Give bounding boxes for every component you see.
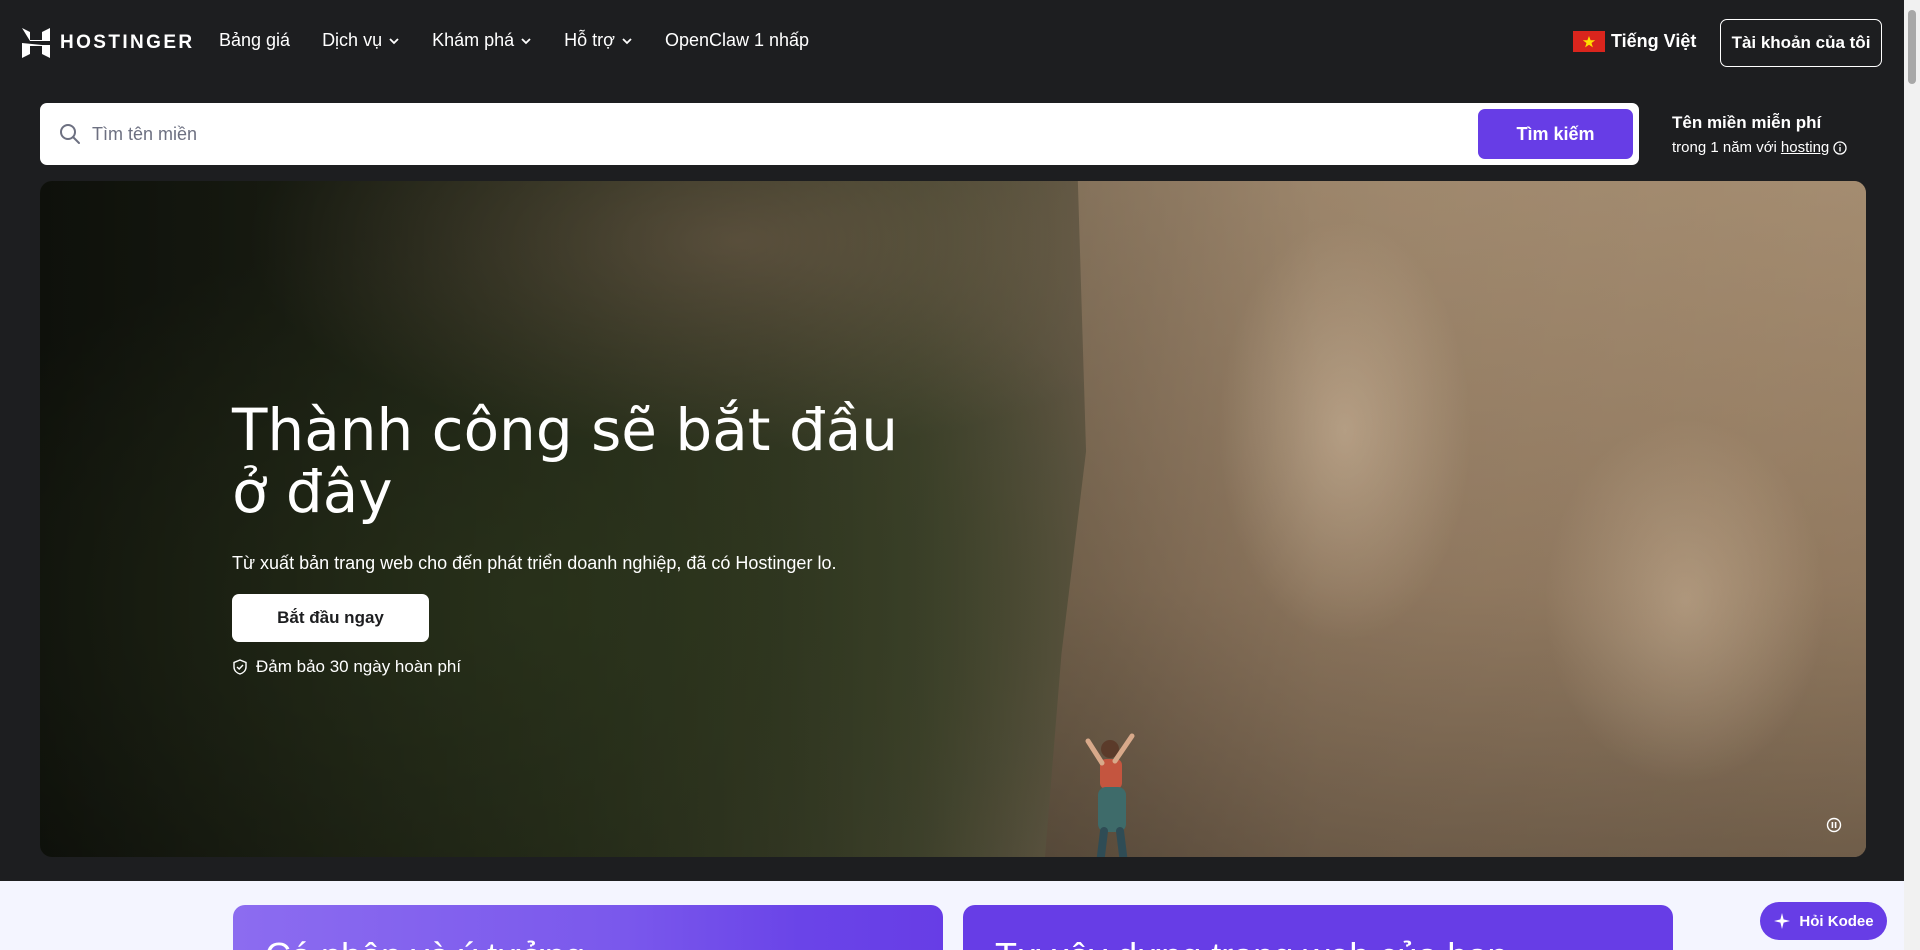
promo-card-title: Cá nhân và ý tưởng bbox=[265, 935, 585, 950]
info-icon[interactable] bbox=[1833, 140, 1847, 155]
nav-item-label: OpenClaw 1 nhấp bbox=[664, 30, 810, 50]
page-scrollbar[interactable] bbox=[1904, 0, 1920, 950]
chevron-down-icon bbox=[622, 37, 632, 44]
scrollbar-thumb[interactable] bbox=[1908, 10, 1916, 84]
chevron-down-icon bbox=[389, 37, 399, 44]
promo-card-title: Tự xây dựng trang web của bạn bbox=[995, 935, 1508, 950]
promo-card-build[interactable]: Tự xây dựng trang web của bạn bbox=[963, 905, 1673, 950]
promo-card-personal[interactable]: Cá nhân và ý tưởng bbox=[233, 905, 943, 950]
domain-search-input[interactable] bbox=[92, 103, 1492, 165]
language-selector[interactable]: Tiếng Việt bbox=[1573, 31, 1696, 52]
chevron-down-icon bbox=[521, 37, 531, 44]
nav-item-label: Hỗ trợ bbox=[564, 30, 615, 50]
search-icon bbox=[60, 124, 80, 144]
domain-search-bar: Tìm kiếm bbox=[40, 103, 1639, 165]
language-label: Tiếng Việt bbox=[1611, 31, 1697, 51]
hero-subtitle: Từ xuất bản trang web cho đến phát triển… bbox=[232, 553, 837, 573]
hostinger-logo-icon bbox=[22, 28, 50, 58]
ask-kodee-label: Hỏi Kodee bbox=[1799, 912, 1874, 930]
main-menu: Bảng giá Dịch vụ Khám phá Hỗ trợ OpenCla… bbox=[219, 30, 841, 51]
shield-check-icon bbox=[233, 659, 247, 675]
hero-banner: Thành công sẽ bắt đầu ở đây Từ xuất bản … bbox=[40, 181, 1866, 857]
hero-content: Thành công sẽ bắt đầu ở đây Từ xuất bản … bbox=[232, 399, 932, 677]
top-navigation: HOSTINGER Bảng giá Dịch vụ Khám phá Hỗ t… bbox=[0, 0, 1904, 86]
vietnam-flag-icon bbox=[1573, 31, 1605, 52]
free-domain-promo: Tên miền miễn phí trong 1 năm với hostin… bbox=[1672, 113, 1847, 156]
hostinger-logo[interactable]: HOSTINGER bbox=[22, 28, 195, 58]
my-account-button[interactable]: Tài khoản của tôi bbox=[1720, 19, 1882, 67]
free-domain-subtitle: trong 1 năm với hosting bbox=[1672, 139, 1847, 156]
nav-item-explore[interactable]: Khám phá bbox=[432, 30, 532, 51]
nav-item-label: Khám phá bbox=[432, 30, 515, 50]
pause-icon[interactable] bbox=[1826, 817, 1842, 833]
nav-item-label: Bảng giá bbox=[219, 30, 291, 50]
nav-item-label: Dịch vụ bbox=[322, 30, 383, 50]
climber-image bbox=[1085, 733, 1135, 857]
logo-text: HOSTINGER bbox=[60, 32, 195, 53]
hero-title: Thành công sẽ bắt đầu ở đây bbox=[232, 396, 899, 526]
get-started-button[interactable]: Bắt đầu ngay bbox=[232, 594, 429, 642]
guarantee-text: Đảm bảo 30 ngày hoàn phí bbox=[256, 657, 462, 676]
money-back-guarantee: Đảm bảo 30 ngày hoàn phí bbox=[232, 657, 932, 677]
free-domain-title: Tên miền miễn phí bbox=[1672, 113, 1822, 132]
nav-item-support[interactable]: Hỗ trợ bbox=[564, 30, 633, 51]
ask-kodee-button[interactable]: Hỏi Kodee bbox=[1760, 902, 1887, 940]
nav-item-pricing[interactable]: Bảng giá bbox=[219, 30, 290, 51]
nav-item-services[interactable]: Dịch vụ bbox=[322, 30, 400, 51]
hosting-link[interactable]: hosting bbox=[1781, 139, 1829, 156]
free-domain-sub-text: trong 1 năm với bbox=[1672, 139, 1777, 156]
search-button[interactable]: Tìm kiếm bbox=[1478, 109, 1633, 159]
sparkle-icon bbox=[1774, 913, 1791, 929]
nav-item-openclaw[interactable]: OpenClaw 1 nhấp bbox=[665, 30, 809, 51]
